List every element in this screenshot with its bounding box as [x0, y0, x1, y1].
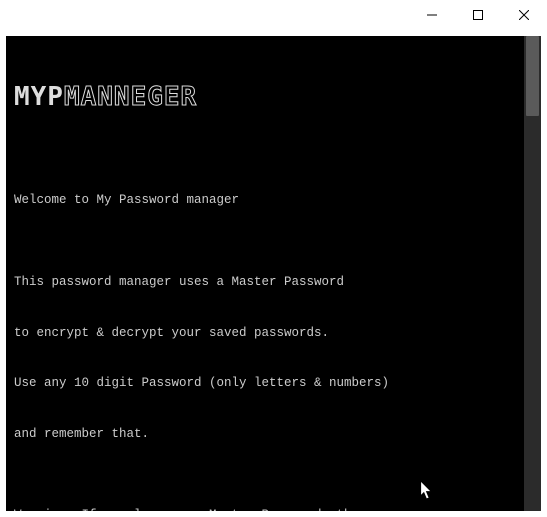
terminal-output[interactable]: MYPMANNEGER Welcome to My Password manag…: [6, 36, 524, 511]
ascii-logo: MYPMANNEGER: [14, 84, 520, 110]
desc-line-3: Use any 10 digit Password (only letters …: [14, 375, 520, 392]
desc-line-2: to encrypt & decrypt your saved password…: [14, 325, 520, 342]
close-icon: [519, 10, 529, 20]
maximize-icon: [473, 10, 483, 20]
desc-line-4: and remember that.: [14, 426, 520, 443]
terminal-container: MYPMANNEGER Welcome to My Password manag…: [0, 30, 547, 517]
window-titlebar: [0, 0, 547, 30]
minimize-icon: [427, 10, 437, 20]
scrollbar-thumb[interactable]: [526, 36, 539, 116]
maximize-button[interactable]: [455, 0, 501, 30]
warning-line-1: Warning: If you lose your Master Passwor…: [14, 507, 520, 511]
close-button[interactable]: [501, 0, 547, 30]
window-controls: [409, 0, 547, 30]
vertical-scrollbar[interactable]: [524, 36, 541, 511]
ascii-logo-outline: MANNEGER: [64, 82, 197, 112]
app-window: MYPMANNEGER Welcome to My Password manag…: [0, 0, 547, 517]
minimize-button[interactable]: [409, 0, 455, 30]
desc-line-1: This password manager uses a Master Pass…: [14, 274, 520, 291]
welcome-line: Welcome to My Password manager: [14, 192, 520, 209]
ascii-logo-solid: MYP: [14, 82, 64, 112]
